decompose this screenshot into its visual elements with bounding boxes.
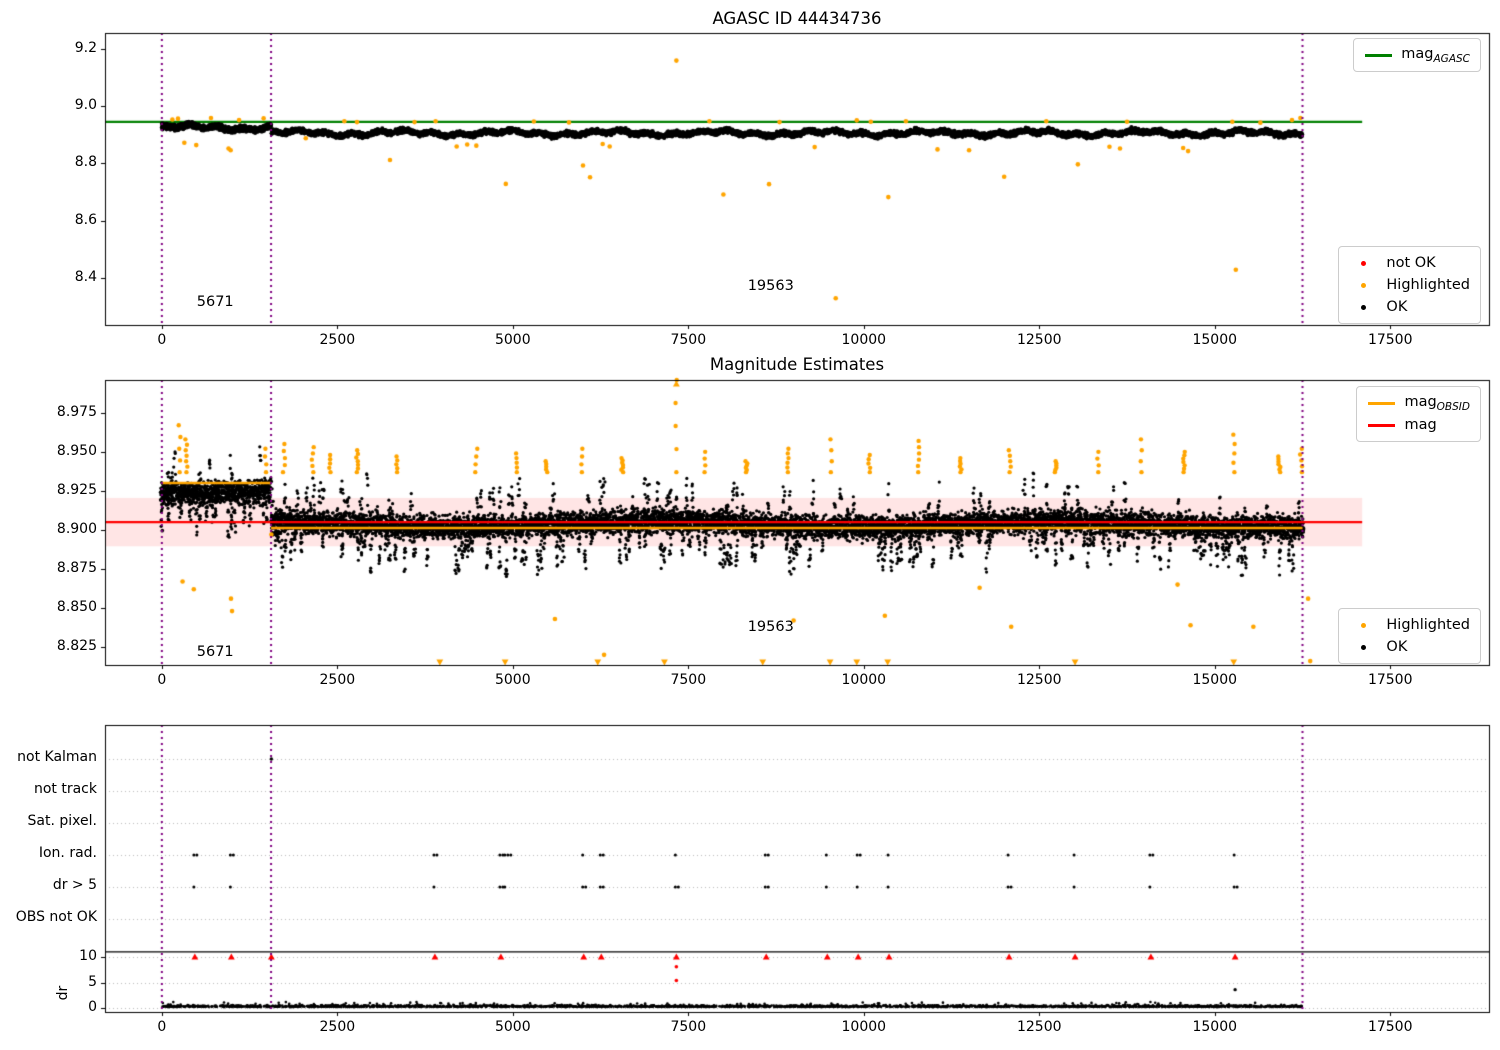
y-tick-label: 8.925 (56, 481, 97, 498)
flag-row-label: Sat. pixel. (27, 813, 97, 829)
x-tick-label: 17500 (1367, 332, 1413, 348)
y-tick-label: 8.950 (56, 442, 97, 459)
legend-handle (1363, 53, 1393, 57)
ok-dot-swatch (1360, 644, 1366, 650)
dr-axis-label: dr (55, 985, 71, 1001)
plot-title-top: AGASC ID 44434736 (712, 9, 882, 28)
annotation: 19563 (747, 619, 794, 636)
mag-obsid-line-swatch (1367, 401, 1395, 405)
x-tick-label: 17500 (1367, 672, 1413, 688)
legend-label: not OK (1386, 255, 1436, 271)
y-tick-label: 8.975 (56, 403, 97, 420)
y-tick-label: 8.850 (56, 599, 97, 615)
annotation: 19563 (747, 278, 794, 295)
flag-row-label: not track (33, 781, 97, 797)
highlighted-dot-swatch (1360, 622, 1366, 628)
mag-line-swatch (1367, 423, 1395, 427)
y-tick-label: 8.4 (74, 269, 97, 286)
legend-label: OK (1386, 639, 1408, 655)
legend-label: Highlighted (1386, 277, 1470, 293)
x-tick-label: 12500 (1016, 332, 1062, 348)
legend-label: OK (1386, 299, 1408, 315)
y-tick-label: 8.875 (56, 559, 97, 576)
x-tick-label: 10000 (841, 332, 887, 348)
chart-canvas (0, 0, 1500, 1050)
flag-row-label: not Kalman (17, 749, 97, 765)
annotation: 5671 (196, 643, 234, 660)
x-tick-label: 2500 (319, 332, 356, 348)
y-tick-label: 8.900 (56, 520, 97, 537)
legend-mag-lines: magOBSID mag (1356, 386, 1481, 442)
dr-tick-label: 10 (79, 948, 97, 964)
x-tick-label: 17500 (1367, 1019, 1413, 1035)
legend-label: magOBSID (1404, 393, 1470, 413)
flag-row-label: Ion. rad. (38, 845, 97, 861)
x-tick-label: 5000 (494, 1019, 531, 1035)
plot-title-middle: Magnitude Estimates (709, 355, 885, 374)
legend-label: mag (1404, 417, 1437, 433)
x-tick-label: 2500 (319, 672, 356, 688)
annotation: 5671 (196, 293, 234, 310)
x-tick-label: 12500 (1016, 672, 1062, 688)
x-tick-label: 15000 (1192, 332, 1238, 348)
x-tick-label: 0 (157, 672, 167, 688)
y-tick-label: 8.6 (74, 211, 97, 228)
x-tick-label: 5000 (494, 672, 531, 688)
highlighted-dot-swatch (1360, 282, 1366, 288)
y-tick-label: 8.825 (56, 638, 97, 655)
x-tick-label: 10000 (841, 1019, 887, 1035)
legend-label: magAGASC (1401, 45, 1470, 65)
legend-mag-agasc: magAGASC (1353, 38, 1481, 72)
x-tick-label: 7500 (670, 1019, 707, 1035)
x-tick-label: 0 (157, 332, 167, 348)
x-tick-label: 12500 (1016, 1019, 1062, 1035)
x-tick-label: 7500 (670, 332, 707, 348)
flag-row-label: dr > 5 (52, 877, 97, 893)
x-tick-label: 2500 (319, 1019, 356, 1035)
legend-point-classes-top-plot: not OK Highlighted OK (1338, 246, 1481, 324)
legend-point-classes-middle-plot: Highlighted OK (1338, 608, 1481, 664)
mag-agasc-line-swatch (1364, 53, 1392, 57)
x-tick-label: 15000 (1192, 1019, 1238, 1035)
not-ok-dot-swatch (1360, 260, 1366, 266)
x-tick-label: 15000 (1192, 672, 1238, 688)
y-tick-label: 9.0 (74, 97, 97, 113)
y-tick-label: 9.2 (74, 39, 97, 56)
figure: AGASC ID 44434736 Magnitude Estimates ma… (0, 0, 1500, 1050)
ok-dot-swatch (1360, 304, 1366, 310)
y-tick-label: 8.8 (74, 154, 97, 171)
x-tick-label: 5000 (494, 332, 531, 348)
x-tick-label: 7500 (670, 672, 707, 688)
x-tick-label: 10000 (841, 672, 887, 688)
legend-label: Highlighted (1386, 617, 1470, 633)
x-tick-label: 0 (157, 1019, 167, 1035)
flag-row-label: OBS not OK (15, 909, 97, 925)
